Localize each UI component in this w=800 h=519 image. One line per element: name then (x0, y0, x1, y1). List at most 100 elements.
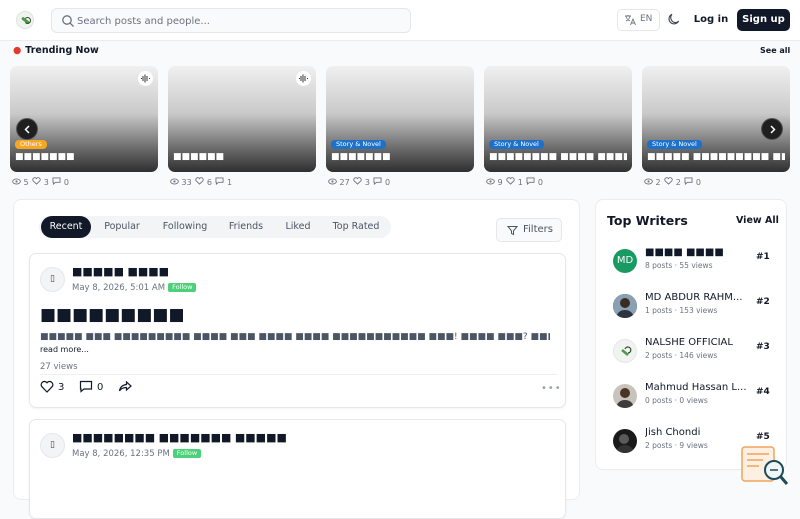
card-title: ■■■■■■ (173, 152, 225, 162)
comment-icon (52, 177, 61, 186)
comment-button[interactable]: 0 (79, 380, 103, 395)
trending-card[interactable]: ■■■■■■ (168, 66, 316, 172)
see-all-link[interactable]: See all (760, 46, 790, 55)
search-box[interactable] (51, 8, 411, 33)
post-author[interactable]: ■■■■■ ■■■■ (72, 265, 169, 278)
trending-card[interactable]: Story & Novel ■■■■■■■■ ■■■■ ■■■■■■, ■… (484, 66, 632, 172)
category-badge: Story & Novel (489, 140, 544, 149)
post-author[interactable]: ■■■■■■■■ ■■■■■■■ ■■■■■ (72, 431, 287, 444)
card-stats: 2 2 0 (644, 177, 702, 187)
writer-rank: #5 (756, 432, 770, 442)
view-count: 2 (655, 178, 661, 187)
login-button[interactable]: Log in (692, 9, 730, 31)
translate-icon (625, 15, 636, 26)
writer-stats: 8 posts · 55 views (645, 261, 713, 270)
view-count: 9 (497, 178, 503, 187)
tab-top-rated[interactable]: Top Rated (325, 216, 387, 238)
search-input[interactable] (77, 12, 407, 30)
view-count: 27 (339, 178, 350, 187)
comment-icon (79, 380, 93, 393)
chevron-right-icon (770, 125, 776, 134)
category-badge: Story & Novel (647, 140, 702, 149)
writer-item[interactable]: Mahmud Hassan L... 0 posts · 0 views #4 (596, 382, 788, 422)
like-count: 3 (43, 178, 49, 187)
signup-button[interactable]: Sign up (737, 9, 790, 31)
like-count: 3 (58, 382, 65, 393)
tab-popular[interactable]: Popular (96, 216, 148, 238)
tab-friends[interactable]: Friends (221, 216, 271, 238)
post-card[interactable]: ▯ ■■■■■■■■ ■■■■■■■ ■■■■■ May 8, 2026, 12… (29, 419, 566, 519)
language-toggle[interactable]: EN (617, 9, 660, 31)
view-all-link[interactable]: View All (736, 215, 779, 226)
avatar[interactable]: ▯ (40, 433, 65, 458)
card-stats: 5 3 0 (12, 177, 70, 187)
trending-carousel: Others ■■■■■■■ ■■■■■■ Story & Novel ■■■■… (10, 66, 800, 188)
divider (40, 374, 557, 375)
writer-rank: #2 (756, 297, 770, 307)
post-date-text: May 8, 2026, 5:01 AM (72, 283, 166, 293)
carousel-prev-button[interactable] (16, 118, 38, 140)
tab-liked[interactable]: Liked (277, 216, 319, 238)
dark-mode-icon[interactable] (667, 12, 681, 26)
writer-item[interactable]: MD ■■■■ ■■■■ 8 posts · 55 views #1 (596, 247, 788, 287)
writer-item[interactable]: NALSHE OFFICIAL 2 posts · 146 views #3 (596, 337, 788, 377)
view-count: 5 (23, 178, 29, 187)
more-options-icon[interactable]: ••• (541, 383, 562, 394)
writer-name: ■■■■ ■■■■ (645, 247, 724, 258)
writer-name: Mahmud Hassan L... (645, 382, 747, 393)
eye-icon (486, 178, 495, 185)
post-card[interactable]: ▯ ■■■■■ ■■■■ May 8, 2026, 5:01 AM Follow … (29, 253, 566, 408)
writer-stats: 2 posts · 146 views (645, 351, 718, 360)
feedback-search-icon[interactable] (741, 446, 789, 488)
avatar (613, 429, 637, 453)
top-writers-panel: Top Writers View All MD ■■■■ ■■■■ 8 post… (595, 199, 787, 470)
audio-icon[interactable] (296, 71, 311, 86)
comment-icon (526, 177, 535, 186)
filters-label: Filters (523, 224, 553, 235)
filter-icon (507, 226, 518, 236)
heart-icon (664, 177, 673, 185)
top-writers-title: Top Writers (607, 213, 688, 228)
tab-recent[interactable]: Recent (41, 216, 91, 238)
comment-count: 0 (537, 178, 544, 187)
writer-stats: 0 posts · 0 views (645, 396, 708, 405)
category-badge: Others (15, 140, 47, 149)
comment-count: 1 (227, 178, 233, 187)
eye-icon (12, 178, 21, 185)
writer-name: MD ABDUR RAHM... (645, 292, 743, 303)
avatar (613, 294, 637, 318)
eye-icon (644, 178, 653, 185)
feed-panel: Recent Popular Following Friends Liked T… (13, 199, 580, 519)
heart-icon (32, 177, 41, 185)
card-title: ■■■■■■■ (15, 152, 75, 162)
chevron-left-icon (24, 125, 30, 134)
post-views: 27 views (40, 362, 78, 372)
card-stats: 27 3 0 (328, 177, 391, 187)
comment-count: 0 (63, 178, 70, 187)
eye-icon (170, 178, 179, 185)
like-button[interactable]: 3 (40, 380, 64, 395)
card-stats: 33 6 1 (170, 177, 233, 187)
heart-icon (40, 380, 54, 393)
share-button[interactable] (118, 380, 136, 395)
writer-rank: #3 (756, 342, 770, 352)
avatar (613, 384, 637, 408)
card-title: ■■■■■ ■■■■■■■■■ ■■■■■■ (647, 152, 785, 162)
carousel-next-button[interactable] (761, 118, 783, 140)
writer-stats: 2 posts · 9 views (645, 441, 708, 450)
writer-item[interactable]: MD ABDUR RAHM... 1 posts · 153 views #2 (596, 292, 788, 332)
avatar[interactable]: ▯ (40, 267, 65, 292)
follow-button[interactable]: Follow (168, 283, 197, 292)
trending-card[interactable]: Story & Novel ■■■■■■■ (326, 66, 474, 172)
post-title[interactable]: ■■■■■■■■■ (40, 305, 185, 325)
logo-icon[interactable] (16, 11, 34, 29)
audio-icon[interactable] (138, 71, 153, 86)
filters-button[interactable]: Filters (496, 218, 562, 242)
comment-icon (215, 177, 224, 186)
top-bar: EN Log in Sign up (0, 0, 800, 41)
post-date: May 8, 2026, 5:01 AM Follow (72, 283, 197, 293)
read-more-link[interactable]: read more... (40, 345, 89, 354)
tab-following[interactable]: Following (154, 216, 216, 238)
post-date: May 8, 2026, 12:35 PM Follow (72, 449, 202, 459)
follow-button[interactable]: Follow (172, 449, 202, 458)
